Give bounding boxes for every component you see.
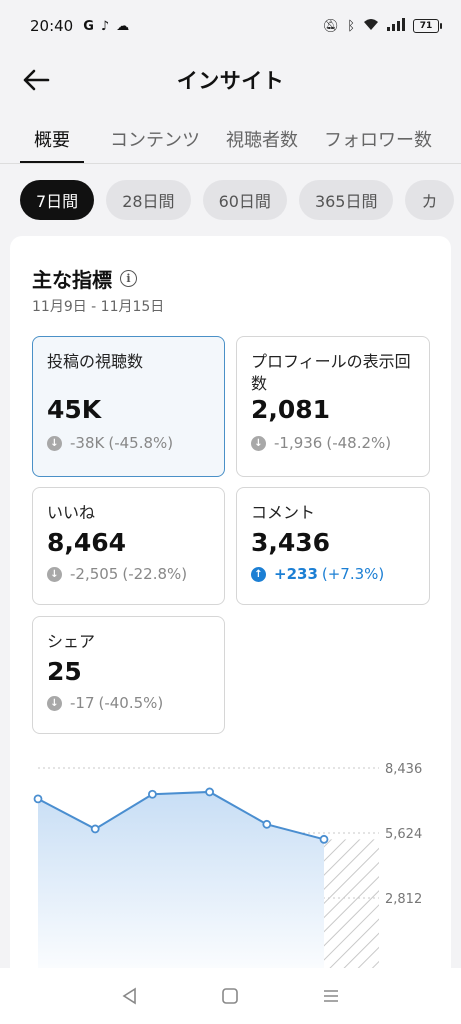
arrow-up-icon: ↑ bbox=[251, 566, 266, 582]
status-time: 20:40 bbox=[30, 17, 74, 35]
nav-recents-button[interactable] bbox=[311, 976, 351, 1016]
metric-value: 2,081 bbox=[251, 395, 331, 424]
y-tick-label: 5,624 bbox=[385, 827, 422, 842]
chip-60-days[interactable]: 60日間 bbox=[202, 180, 287, 220]
delta-percent: (-48.2%) bbox=[326, 434, 392, 452]
chart-point bbox=[319, 834, 329, 844]
chip-custom[interactable]: カ bbox=[405, 180, 454, 220]
y-tick-label: 8,436 bbox=[385, 762, 422, 777]
wifi-icon bbox=[363, 18, 379, 35]
triangle-back-icon bbox=[122, 987, 136, 1005]
chart-point bbox=[262, 819, 272, 829]
chart-point bbox=[33, 794, 43, 804]
signal-icon bbox=[387, 17, 405, 35]
key-metrics-card: 主な指標 i 11月9日 - 11月15日 投稿の視聴数 45K ↓ -38K … bbox=[10, 236, 451, 986]
tiktok-icon: ♪ bbox=[100, 18, 110, 34]
status-right: 🔕︎ ᛒ 71 bbox=[322, 17, 442, 35]
tab-overview[interactable]: 概要 bbox=[20, 112, 84, 163]
metric-value: 3,436 bbox=[251, 528, 331, 557]
metric-value: 8,464 bbox=[47, 528, 127, 557]
system-nav-bar bbox=[0, 968, 461, 1024]
chip-28-days[interactable]: 28日間 bbox=[106, 180, 191, 220]
bluetooth-icon: ᛒ bbox=[347, 18, 355, 34]
metric-delta: ↓ -1,936 (-48.2%) bbox=[251, 434, 415, 452]
back-button[interactable] bbox=[18, 62, 54, 98]
delta-value: -17 bbox=[70, 694, 95, 712]
metric-chart: 8,436 5,624 2,812 bbox=[33, 762, 422, 986]
nav-back-button[interactable] bbox=[110, 976, 150, 1016]
tab-followers[interactable]: フォロワー数 bbox=[324, 112, 432, 163]
metric-profile-views[interactable]: プロフィールの表示回数 2,081 ↓ -1,936 (-48.2%) bbox=[236, 336, 430, 477]
section-title: 主な指標 i bbox=[32, 264, 137, 293]
arrow-down-icon: ↓ bbox=[47, 566, 62, 582]
date-range: 11月9日 - 11月15日 bbox=[32, 299, 165, 315]
status-bar: 20:40 G ♪ ☁ 🔕︎ ᛒ 71 bbox=[0, 0, 461, 52]
metric-delta: ↓ -17 (-40.5%) bbox=[47, 694, 210, 712]
google-icon: G bbox=[83, 18, 94, 34]
arrow-left-icon bbox=[23, 69, 50, 91]
delta-percent: (+7.3%) bbox=[321, 565, 385, 583]
metric-comments[interactable]: コメント 3,436 ↑ +233 (+7.3%) bbox=[236, 487, 430, 605]
chip-7-days[interactable]: 7日間 bbox=[20, 180, 95, 220]
metric-label: 投稿の視聴数 bbox=[47, 352, 144, 371]
arrow-down-icon: ↓ bbox=[251, 435, 266, 451]
app-bar: インサイト bbox=[0, 52, 461, 108]
delta-value: -1,936 bbox=[274, 434, 323, 452]
chart-point bbox=[205, 787, 215, 797]
mute-icon: 🔕︎ bbox=[322, 18, 340, 34]
chart-point bbox=[90, 824, 100, 834]
tab-bar: 概要 コンテンツ 視聴者数 フォロワー数 bbox=[0, 112, 461, 164]
metric-delta: ↓ -2,505 (-22.8%) bbox=[47, 565, 210, 583]
page-title: インサイト bbox=[176, 69, 285, 93]
chip-365-days[interactable]: 365日間 bbox=[298, 180, 394, 220]
delta-percent: (-40.5%) bbox=[98, 694, 164, 712]
arrow-down-icon: ↓ bbox=[47, 695, 62, 711]
metric-shares[interactable]: シェア 25 ↓ -17 (-40.5%) bbox=[32, 616, 225, 734]
cloud-icon: ☁ bbox=[116, 18, 130, 34]
metric-delta: ↑ +233 (+7.3%) bbox=[251, 565, 415, 583]
delta-percent: (-45.8%) bbox=[108, 434, 174, 452]
delta-value: -2,505 bbox=[70, 565, 119, 583]
delta-value: +233 bbox=[274, 565, 318, 583]
nav-home-button[interactable] bbox=[210, 976, 250, 1016]
tab-audience[interactable]: 視聴者数 bbox=[226, 112, 298, 163]
battery-icon: 71 bbox=[413, 19, 442, 33]
delta-percent: (-22.8%) bbox=[122, 565, 188, 583]
tab-content[interactable]: コンテンツ bbox=[110, 112, 200, 163]
metric-post-views[interactable]: 投稿の視聴数 45K ↓ -38K (-45.8%) bbox=[32, 336, 225, 477]
arrow-down-icon: ↓ bbox=[47, 435, 62, 451]
metric-label: いいね bbox=[47, 503, 96, 522]
metric-value: 45K bbox=[47, 395, 102, 424]
period-chips: 7日間 28日間 60日間 365日間 カ bbox=[0, 180, 461, 222]
metric-likes[interactable]: いいね 8,464 ↓ -2,505 (-22.8%) bbox=[32, 487, 225, 605]
metric-label: コメント bbox=[251, 503, 316, 522]
metric-value: 25 bbox=[47, 657, 82, 686]
section-title-text: 主な指標 bbox=[32, 268, 112, 292]
square-home-icon bbox=[222, 988, 239, 1004]
chart-point bbox=[147, 789, 157, 799]
metric-label: シェア bbox=[47, 632, 96, 651]
delta-value: -38K bbox=[70, 434, 105, 452]
y-tick-label: 2,812 bbox=[385, 892, 422, 907]
menu-recents-icon bbox=[323, 990, 338, 1002]
info-icon[interactable]: i bbox=[120, 270, 137, 287]
metric-label: プロフィールの表示回数 bbox=[251, 352, 411, 393]
chart-future-hatch bbox=[324, 839, 379, 986]
metric-delta: ↓ -38K (-45.8%) bbox=[47, 434, 210, 452]
